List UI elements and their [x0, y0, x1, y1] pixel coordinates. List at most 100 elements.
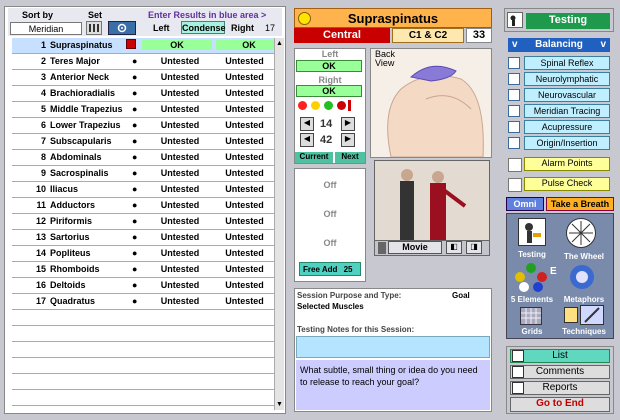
prev-arrow-icon[interactable]: ◀	[300, 117, 314, 131]
table-row[interactable]: 11 Adductors ● Untested Untested	[12, 198, 282, 214]
table-row[interactable]: 17 Quadratus ● Untested Untested	[12, 294, 282, 310]
alarm-points-button[interactable]: Alarm Points	[524, 157, 610, 171]
next-arrow-2-icon[interactable]: ▶	[341, 133, 355, 147]
five-elements-icon[interactable]	[514, 262, 548, 292]
settings-gear-icon[interactable]	[108, 21, 136, 35]
right-result[interactable]: Untested	[207, 280, 282, 290]
right-column-label: Right	[231, 23, 254, 33]
green-dot-icon[interactable]	[324, 101, 333, 110]
right-result[interactable]: Untested	[207, 248, 282, 258]
right-result[interactable]: Untested	[207, 72, 282, 82]
testing-button[interactable]: Testing	[526, 13, 610, 29]
right-result[interactable]: Untested	[207, 168, 282, 178]
right-result[interactable]: Untested	[207, 296, 282, 306]
right-result[interactable]: Untested	[207, 216, 282, 226]
frame-forward-icon[interactable]: ◨	[466, 241, 482, 254]
off-status-3: Off	[323, 238, 337, 248]
right-result[interactable]: Untested	[207, 136, 282, 146]
set-columns-icon[interactable]	[86, 21, 102, 35]
list-button[interactable]: List	[510, 349, 610, 363]
table-row[interactable]: 4 Brachioradialis ● Untested Untested	[12, 86, 282, 102]
table-row[interactable]: 7 Subscapularis ● Untested Untested	[12, 134, 282, 150]
right-result[interactable]: Untested	[207, 232, 282, 242]
right-result[interactable]: Untested	[207, 104, 282, 114]
table-row[interactable]: 15 Rhomboids ● Untested Untested	[12, 262, 282, 278]
balancing-checkbox[interactable]	[508, 137, 520, 149]
testing-icon[interactable]	[507, 12, 523, 28]
table-row[interactable]: 13 Sartorius ● Untested Untested	[12, 230, 282, 246]
scrollbar[interactable]: ▲ ▼	[274, 38, 284, 410]
frame-back-icon[interactable]: ◧	[446, 241, 462, 254]
balancing-header[interactable]: v Balancing v	[508, 38, 610, 52]
testing-notes-label: Testing Notes for this Session:	[297, 325, 415, 334]
balancing-item[interactable]: Spinal Reflex	[524, 56, 610, 70]
pulse-check-button[interactable]: Pulse Check	[524, 177, 610, 191]
techniques-icon[interactable]	[564, 307, 578, 323]
prev-arrow-2-icon[interactable]: ◀	[300, 133, 314, 147]
movie-button[interactable]: Movie	[388, 241, 442, 254]
alarm-points-checkbox[interactable]	[508, 158, 522, 172]
next-button[interactable]: Next	[335, 152, 365, 163]
left-result[interactable]: OK	[142, 40, 212, 50]
right-result[interactable]: OK	[216, 40, 282, 50]
table-row[interactable]: 1 Supraspinatus OK OK	[12, 38, 282, 54]
metaphors-icon[interactable]	[566, 262, 598, 292]
muscle-number: 3	[40, 72, 46, 82]
result-right-value[interactable]: OK	[296, 85, 362, 97]
video-slider-icon[interactable]	[378, 242, 386, 254]
take-a-breath-button[interactable]: Take a Breath	[546, 197, 614, 211]
grids-icon[interactable]	[520, 307, 542, 325]
condense-button[interactable]: Condense	[181, 21, 226, 34]
right-result[interactable]: Untested	[207, 120, 282, 130]
omni-button[interactable]: Omni	[506, 197, 544, 211]
balancing-item[interactable]: Neurolymphatic	[524, 72, 610, 86]
right-result[interactable]: Untested	[207, 200, 282, 210]
free-add-button[interactable]: Free Add 25	[299, 262, 361, 276]
scroll-up-icon[interactable]: ▲	[276, 40, 283, 47]
scroll-down-icon[interactable]: ▼	[276, 401, 283, 408]
yellow-dot-icon[interactable]	[311, 101, 320, 110]
pulse-check-checkbox[interactable]	[508, 178, 522, 192]
sort-dropdown[interactable]: Meridian	[10, 22, 82, 35]
result-left-value[interactable]: OK	[296, 60, 362, 72]
table-row[interactable]: 14 Popliteus ● Untested Untested	[12, 246, 282, 262]
balancing-item[interactable]: Neurovascular	[524, 88, 610, 102]
balancing-item[interactable]: Acupressure	[524, 120, 610, 134]
marker-icon[interactable]	[337, 101, 346, 110]
next-arrow-icon[interactable]: ▶	[341, 117, 355, 131]
right-result[interactable]: Untested	[207, 264, 282, 274]
go-to-end-button[interactable]: Go to End	[510, 397, 610, 412]
reports-button[interactable]: Reports	[510, 381, 610, 395]
table-row[interactable]: 10 Iliacus ● Untested Untested	[12, 182, 282, 198]
right-result[interactable]: Untested	[207, 184, 282, 194]
muscle-name: Popliteus	[50, 248, 91, 258]
balancing-checkbox[interactable]	[508, 121, 520, 133]
right-result[interactable]: Untested	[207, 88, 282, 98]
table-row[interactable]: 5 Middle Trapezius ● Untested Untested	[12, 102, 282, 118]
the-wheel-icon[interactable]	[566, 218, 596, 248]
table-row[interactable]: 16 Deltoids ● Untested Untested	[12, 278, 282, 294]
balancing-checkbox[interactable]	[508, 57, 520, 69]
right-result[interactable]: Untested	[207, 56, 282, 66]
comments-button[interactable]: Comments	[510, 365, 610, 379]
testing-notes-input[interactable]	[296, 336, 490, 358]
session-goal: Goal	[452, 291, 470, 300]
testing-tool-icon[interactable]	[518, 218, 546, 246]
table-row[interactable]: 9 Sacrospinalis ● Untested Untested	[12, 166, 282, 182]
right-result[interactable]: Untested	[207, 152, 282, 162]
red-dot-icon[interactable]	[298, 101, 307, 110]
empty-table-row	[12, 358, 282, 374]
table-row[interactable]: 6 Lower Trapezius ● Untested Untested	[12, 118, 282, 134]
current-button[interactable]: Current	[295, 152, 333, 163]
techniques-2-icon[interactable]	[580, 305, 604, 325]
goal-prompt-text[interactable]: What subtle, small thing or idea do you …	[296, 360, 490, 410]
table-row[interactable]: 3 Anterior Neck ● Untested Untested	[12, 70, 282, 86]
balancing-item[interactable]: Meridian Tracing	[524, 104, 610, 118]
balancing-checkbox[interactable]	[508, 105, 520, 117]
balancing-checkbox[interactable]	[508, 89, 520, 101]
table-row[interactable]: 8 Abdominals ● Untested Untested	[12, 150, 282, 166]
table-row[interactable]: 2 Teres Major ● Untested Untested	[12, 54, 282, 70]
balancing-item[interactable]: Origin/Insertion	[524, 136, 610, 150]
table-row[interactable]: 12 Piriformis ● Untested Untested	[12, 214, 282, 230]
balancing-checkbox[interactable]	[508, 73, 520, 85]
